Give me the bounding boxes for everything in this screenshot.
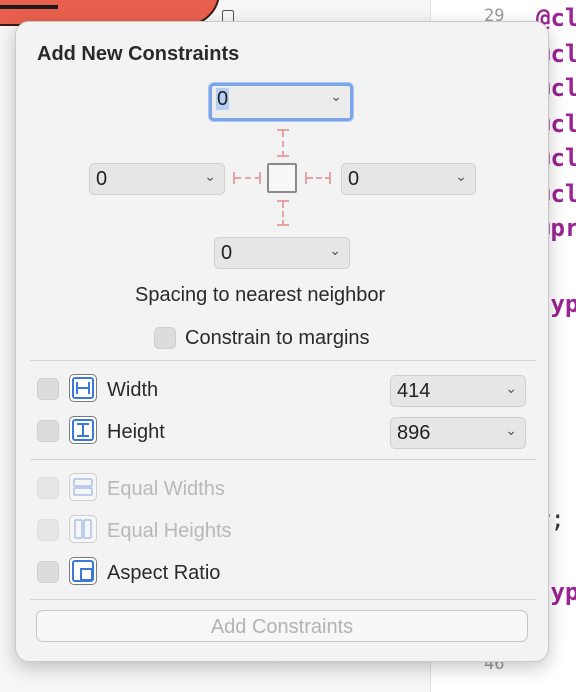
constrain-to-margins-label: Constrain to margins [185, 327, 370, 349]
left-constraint-guide-cap [259, 172, 261, 184]
aspect-ratio-label: Aspect Ratio [107, 562, 221, 584]
right-constraint-guide [307, 177, 331, 179]
top-constraint-guide-cap [277, 155, 289, 157]
chevron-down-icon: ⌄ [204, 168, 216, 184]
bottom-constraint-guide-cap [277, 224, 289, 226]
equal-heights-label: Equal Heights [107, 520, 232, 542]
left-spacing-value: 0 [96, 168, 108, 190]
equal-widths-icon [69, 473, 97, 501]
width-label: Width [107, 379, 159, 401]
add-constraints-popover: Add New Constraints 0 ⌄ 0 ⌄ 0 ⌄ 0 ⌄ Spac… [15, 21, 549, 662]
equal-heights-checkbox[interactable] [37, 519, 59, 541]
divider [30, 459, 536, 460]
right-spacing-value: 0 [348, 168, 360, 190]
width-checkbox[interactable] [37, 378, 59, 400]
chevron-down-icon: ⌄ [505, 422, 517, 438]
right-spacing-dropdown[interactable]: 0 ⌄ [341, 163, 476, 195]
device-frame-edge [0, 5, 58, 9]
height-icon [69, 416, 97, 444]
constrain-to-margins-checkbox[interactable] [154, 327, 176, 349]
equal-widths-checkbox[interactable] [37, 477, 59, 499]
width-value-dropdown[interactable]: 414 ⌄ [390, 375, 526, 407]
popover-title: Add New Constraints [37, 43, 240, 65]
left-spacing-dropdown[interactable]: 0 ⌄ [89, 163, 225, 195]
top-constraint-guide [282, 131, 284, 157]
chevron-down-icon: ⌄ [455, 168, 467, 184]
right-constraint-guide-cap [329, 172, 331, 184]
aspect-ratio-icon [69, 557, 97, 585]
divider [30, 360, 536, 361]
top-spacing-dropdown[interactable]: 0 ⌄ [209, 83, 353, 121]
bottom-spacing-dropdown[interactable]: 0 ⌄ [214, 237, 350, 269]
top-spacing-value: 0 [216, 88, 230, 110]
aspect-ratio-checkbox[interactable] [37, 561, 59, 583]
add-constraints-button[interactable]: Add Constraints [36, 610, 528, 642]
width-value: 414 [397, 380, 431, 402]
chevron-down-icon: ⌄ [330, 88, 342, 104]
bottom-spacing-value: 0 [221, 242, 233, 264]
chevron-down-icon: ⌄ [329, 242, 341, 258]
equal-heights-icon [69, 515, 97, 543]
height-value: 896 [397, 422, 431, 444]
bottom-constraint-guide [282, 202, 284, 226]
equal-widths-label: Equal Widths [107, 478, 225, 500]
view-placeholder-box [267, 163, 297, 193]
left-constraint-guide [235, 177, 261, 179]
spacing-caption: Spacing to nearest neighbor [135, 284, 386, 306]
height-label: Height [107, 421, 165, 443]
chevron-down-icon: ⌄ [505, 380, 517, 396]
height-checkbox[interactable] [37, 420, 59, 442]
width-icon [69, 374, 97, 402]
height-value-dropdown[interactable]: 896 ⌄ [390, 417, 526, 449]
divider [30, 599, 536, 600]
